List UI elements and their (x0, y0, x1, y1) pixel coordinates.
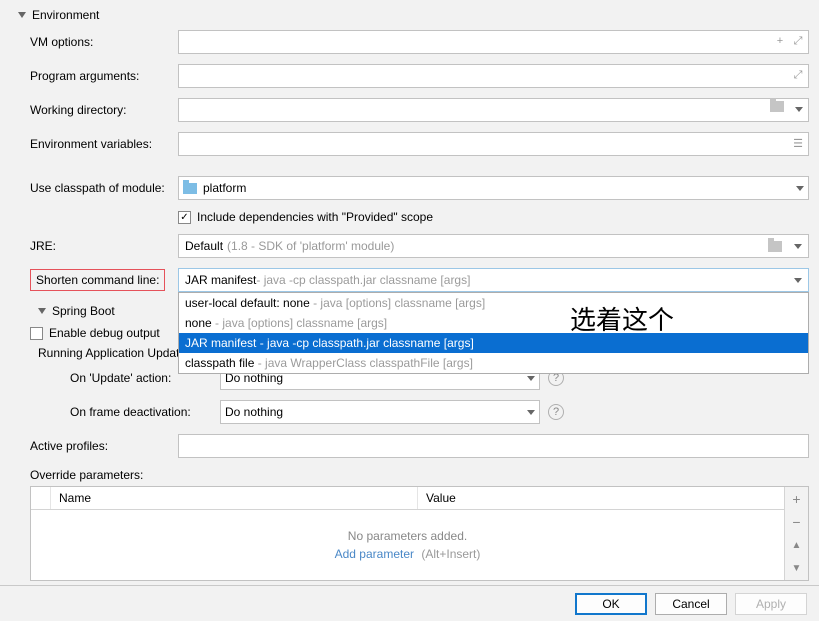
combo-arrow-icon[interactable] (788, 101, 806, 117)
combo-arrow-icon (796, 186, 804, 191)
shorten-option-jar-manifest[interactable]: JAR manifest - java -cp classpath.jar cl… (179, 333, 808, 353)
params-empty-state: No parameters added. Add parameter (Alt+… (31, 510, 784, 580)
params-col-name: Name (51, 487, 418, 509)
combo-arrow-icon (527, 410, 535, 415)
apply-button[interactable]: Apply (735, 593, 807, 615)
working-dir-label: Working directory: (30, 103, 178, 117)
program-args-label: Program arguments: (30, 69, 178, 83)
working-dir-input[interactable] (178, 98, 809, 122)
add-parameter-hint: (Alt+Insert) (421, 547, 480, 561)
jre-label: JRE: (30, 239, 178, 253)
shorten-option-none[interactable]: none - java [options] classname [args] (179, 313, 808, 333)
program-args-input[interactable]: ⤢ (178, 64, 809, 88)
classpath-label: Use classpath of module: (30, 181, 178, 195)
jre-value-secondary: (1.8 - SDK of 'platform' module) (227, 239, 394, 253)
expand-icon[interactable]: ⤢ (790, 67, 806, 83)
vm-options-label: VM options: (30, 35, 178, 49)
config-panel: Environment VM options: + ⤢ Program argu… (0, 0, 819, 585)
enable-debug-label: Enable debug output (49, 326, 160, 340)
help-icon[interactable]: ? (548, 404, 564, 420)
module-folder-icon (183, 183, 197, 194)
classpath-value: platform (203, 181, 792, 195)
jre-combo[interactable]: Default (1.8 - SDK of 'platform' module) (178, 234, 809, 258)
shorten-cmdline-dropdown[interactable]: JAR manifest - java -cp classpath.jar cl… (178, 268, 809, 292)
spring-boot-title: Spring Boot (52, 304, 115, 318)
browse-folder-icon[interactable] (768, 241, 782, 252)
active-profiles-input[interactable] (178, 434, 809, 458)
disclosure-triangle-icon (38, 308, 46, 314)
annotation-text: 选着这个 (570, 300, 674, 337)
environment-section-header[interactable]: Environment (10, 4, 809, 26)
combo-arrow-icon (527, 376, 535, 381)
on-deactivation-combo[interactable]: Do nothing (220, 400, 540, 424)
disclosure-triangle-icon (18, 12, 26, 18)
dialog-button-bar: OK Cancel Apply (0, 585, 819, 621)
env-vars-input[interactable]: ☰ (178, 132, 809, 156)
params-col-value: Value (418, 487, 784, 509)
include-deps-checkbox[interactable]: ✓ (178, 211, 191, 224)
no-params-text: No parameters added. (348, 529, 467, 543)
shorten-option-user-local[interactable]: user-local default: none - java [options… (179, 293, 808, 313)
jre-value-primary: Default (185, 239, 223, 253)
classpath-combo[interactable]: platform (178, 176, 809, 200)
add-icon[interactable]: + (772, 33, 788, 49)
remove-param-button[interactable]: − (785, 510, 808, 533)
include-deps-label: Include dependencies with "Provided" sco… (197, 210, 433, 224)
on-deactivation-label: On frame deactivation: (30, 405, 220, 419)
active-profiles-label: Active profiles: (30, 439, 178, 453)
expand-icon[interactable]: ⤢ (790, 33, 806, 49)
env-vars-label: Environment variables: (30, 137, 178, 151)
move-down-button[interactable]: ▼ (785, 557, 808, 580)
override-params-label: Override parameters: (30, 468, 143, 482)
combo-arrow-icon (794, 278, 802, 283)
list-icon[interactable]: ☰ (790, 135, 806, 151)
enable-debug-checkbox[interactable] (30, 327, 43, 340)
shorten-cmdline-label-wrap: Shorten command line: (30, 269, 178, 291)
shorten-option-classpath-file[interactable]: classpath file - java WrapperClass class… (179, 353, 808, 373)
move-up-button[interactable]: ▲ (785, 534, 808, 557)
override-params-table: Name Value No parameters added. Add para… (30, 486, 809, 581)
params-checkbox-col (31, 487, 51, 509)
ok-button[interactable]: OK (575, 593, 647, 615)
vm-options-input[interactable]: + ⤢ (178, 30, 809, 54)
shorten-selected[interactable]: JAR manifest - java -cp classpath.jar cl… (178, 268, 809, 292)
add-param-button[interactable]: + (785, 487, 808, 510)
combo-arrow-icon (794, 244, 802, 249)
browse-folder-icon[interactable] (770, 101, 784, 112)
cancel-button[interactable]: Cancel (655, 593, 727, 615)
shorten-cmdline-label: Shorten command line: (30, 269, 165, 291)
add-parameter-link[interactable]: Add parameter (335, 547, 414, 561)
shorten-dropdown-list: user-local default: none - java [options… (178, 292, 809, 374)
environment-title: Environment (32, 8, 99, 22)
